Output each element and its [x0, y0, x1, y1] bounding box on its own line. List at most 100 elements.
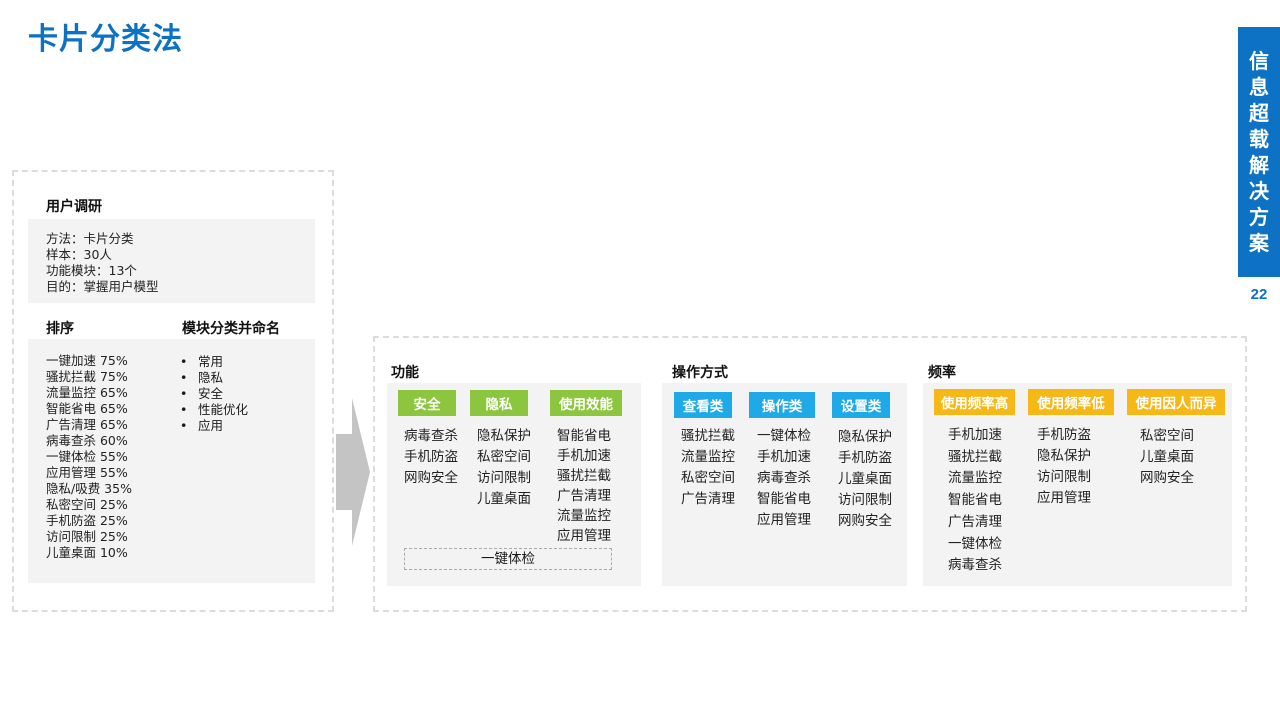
category-chip-security: 安全	[398, 390, 456, 416]
category-chip-low-frequency: 使用频率低	[1028, 389, 1114, 415]
list-item: 一键体检	[948, 535, 1002, 552]
list-item: 骚扰拦截	[681, 428, 735, 444]
naming-item: • 隐私	[180, 370, 248, 386]
side-title-char: 案	[1249, 231, 1269, 255]
list-item: 广告清理	[948, 513, 1002, 530]
list-item: 网购安全	[404, 470, 458, 486]
side-title-char: 超	[1249, 101, 1269, 125]
list-item: 手机防盗	[1037, 427, 1091, 443]
bullet-icon: •	[180, 418, 188, 433]
list-item: 病毒查杀	[404, 428, 458, 444]
research-detail: 目的：掌握用户模型	[46, 279, 159, 294]
research-detail: 方法：卡片分类	[46, 231, 134, 246]
research-details-panel: 方法：卡片分类 样本：30人 功能模块：13个 目的：掌握用户模型	[28, 219, 315, 303]
side-title-banner: 信 息 超 载 解 决 方 案	[1238, 27, 1280, 277]
page-number: 22	[1250, 286, 1268, 303]
list-item: 网购安全	[1140, 470, 1194, 486]
naming-item-label: 常用	[198, 354, 224, 369]
list-item: 广告清理	[681, 491, 735, 507]
ranking-panel: 一键加速 75% 骚扰拦截 75% 流量监控 65% 智能省电 65% 广告清理…	[28, 339, 315, 583]
research-detail: 样本：30人	[46, 247, 112, 262]
list-item: 智能省电	[948, 492, 1002, 509]
list-item: 流量监控	[557, 508, 611, 524]
operation-view-list: 骚扰拦截 流量监控 私密空间 广告清理	[681, 426, 735, 510]
list-item: 儿童桌面	[838, 471, 892, 487]
list-item: 病毒查杀	[948, 557, 1002, 574]
bullet-icon: •	[180, 386, 188, 401]
naming-list: • 常用 • 隐私 • 安全 • 性能优化 • 应用	[180, 354, 248, 434]
list-item: 私密空间	[477, 449, 531, 465]
list-item: 网购安全	[838, 513, 892, 529]
list-item: 手机加速	[757, 449, 811, 465]
list-item: 智能省电	[757, 491, 811, 507]
operation-settings-list: 隐私保护 手机防盗 儿童桌面 访问限制 网购安全	[838, 427, 892, 532]
list-item: 手机加速	[557, 448, 611, 464]
list-item: 访问限制	[838, 492, 892, 508]
bullet-icon: •	[180, 370, 188, 385]
bullet-icon: •	[180, 354, 188, 369]
side-title-char: 解	[1249, 153, 1269, 177]
ranking-item: 隐私/吸费 35%	[46, 481, 132, 496]
list-item: 病毒查杀	[757, 470, 811, 486]
naming-header: 模块分类并命名	[182, 321, 280, 337]
frequency-varies-list: 私密空间 儿童桌面 网购安全	[1140, 426, 1194, 489]
bullet-icon: •	[180, 402, 188, 417]
category-chip-high-frequency: 使用频率高	[934, 389, 1015, 415]
ranking-item: 应用管理 55%	[46, 465, 128, 480]
naming-item: • 性能优化	[180, 402, 248, 418]
naming-item-label: 性能优化	[198, 402, 249, 417]
ranking-header: 排序	[46, 321, 74, 337]
ranking-item: 一键体检 55%	[46, 449, 128, 464]
list-item: 儿童桌面	[1140, 449, 1194, 465]
list-item: 手机加速	[948, 427, 1002, 443]
list-item: 儿童桌面	[477, 491, 531, 507]
list-item: 骚扰拦截	[948, 448, 1002, 465]
function-privacy-list: 隐私保护 私密空间 访问限制 儿童桌面	[477, 426, 531, 510]
category-chip-privacy: 隐私	[470, 390, 528, 416]
research-detail: 功能模块：13个	[46, 263, 137, 278]
category-chip-settings: 设置类	[832, 392, 890, 418]
list-item: 应用管理	[557, 528, 611, 544]
frequency-header: 频率	[928, 365, 956, 381]
naming-item: • 常用	[180, 354, 248, 370]
function-header: 功能	[391, 365, 419, 381]
ranking-item: 儿童桌面 10%	[46, 545, 128, 560]
list-item: 应用管理	[757, 512, 811, 528]
list-item: 流量监控	[681, 449, 735, 465]
side-title-char: 信	[1249, 49, 1269, 73]
ranking-item: 私密空间 25%	[46, 497, 128, 512]
operation-action-list: 一键体检 手机加速 病毒查杀 智能省电 应用管理	[757, 426, 811, 531]
side-title-char: 载	[1249, 127, 1269, 151]
naming-item: • 应用	[180, 418, 248, 434]
list-item: 智能省电	[557, 428, 611, 444]
list-item: 手机防盗	[838, 450, 892, 466]
frequency-low-list: 手机防盗 隐私保护 访问限制 应用管理	[1037, 425, 1091, 509]
naming-item-label: 安全	[198, 386, 224, 401]
naming-item-label: 隐私	[198, 370, 224, 385]
list-item: 手机防盗	[404, 449, 458, 465]
operation-header: 操作方式	[672, 365, 728, 381]
ranking-item: 手机防盗 25%	[46, 513, 128, 528]
list-item: 访问限制	[477, 470, 531, 486]
list-item: 应用管理	[1037, 490, 1091, 506]
side-title-char: 息	[1249, 75, 1269, 99]
list-item: 私密空间	[1140, 428, 1194, 444]
frequency-high-list: 手机加速 骚扰拦截 流量监控 智能省电 广告清理 一键体检 病毒查杀	[948, 425, 1002, 577]
category-chip-efficiency: 使用效能	[550, 390, 622, 416]
function-security-list: 病毒查杀 手机防盗 网购安全	[404, 426, 458, 489]
list-item: 一键体检	[757, 428, 811, 444]
category-chip-varies: 使用因人而异	[1127, 389, 1225, 415]
category-chip-view: 查看类	[674, 392, 732, 418]
ranking-item: 病毒查杀 60%	[46, 433, 128, 448]
list-item: 隐私保护	[838, 429, 892, 445]
category-chip-action: 操作类	[749, 392, 815, 418]
list-item: 广告清理	[557, 488, 611, 504]
naming-item: • 安全	[180, 386, 248, 402]
function-efficiency-list: 智能省电 手机加速 骚扰拦截 广告清理 流量监控 应用管理	[557, 426, 611, 546]
ranking-item: 访问限制 25%	[46, 529, 128, 544]
list-item: 流量监控	[948, 470, 1002, 487]
list-item: 隐私保护	[477, 428, 531, 444]
side-title-char: 方	[1249, 205, 1269, 229]
list-item: 骚扰拦截	[557, 468, 611, 484]
list-item: 访问限制	[1037, 469, 1091, 485]
